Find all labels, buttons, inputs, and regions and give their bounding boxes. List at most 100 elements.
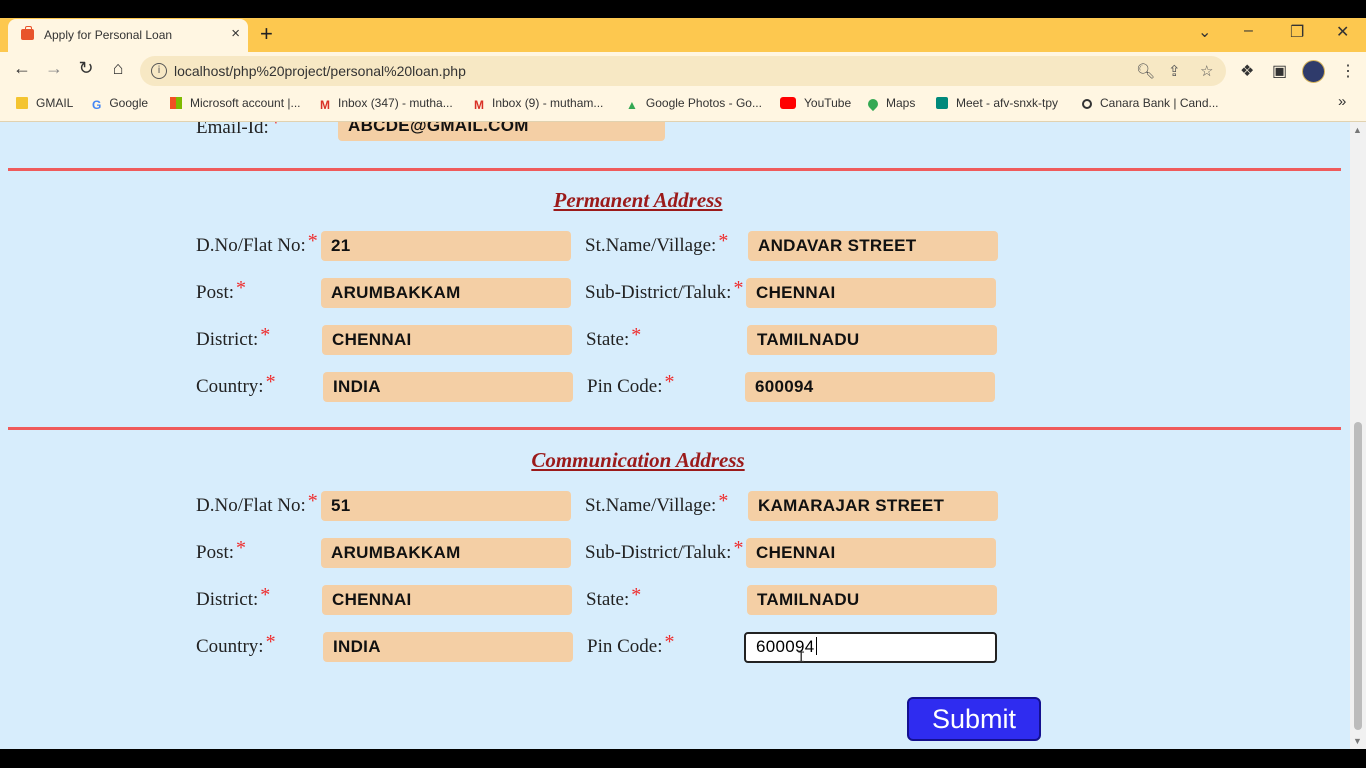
extensions-icon[interactable]: ❖ [1240,61,1254,81]
meet-icon [936,97,948,109]
required-mark: * [265,371,276,393]
bookmark-microsoft[interactable]: Microsoft account |... [170,96,301,110]
perm-country-label: Country: * [196,371,276,397]
scroll-thumb[interactable] [1354,422,1362,730]
perm-dno-label: D.No/Flat No: * [196,230,318,256]
submit-button[interactable]: Submit [907,697,1041,741]
comm-post-field[interactable]: ARUMBAKKAM [321,538,571,568]
bookmark-canara[interactable]: Canara Bank | Cand... [1082,96,1219,110]
scroll-up-icon[interactable]: ▲ [1353,125,1362,135]
globe-icon [1082,99,1092,109]
bookmark-inbox-347[interactable]: M Inbox (347) - mutha... [320,96,453,112]
vertical-scrollbar[interactable]: ▲ ▼ [1350,122,1366,749]
side-panel-icon[interactable]: ▣ [1272,61,1287,81]
google-icon: G [92,98,102,112]
required-mark: * [307,230,318,252]
bookmark-google-photos[interactable]: ▲ Google Photos - Go... [626,96,762,112]
perm-dno-field[interactable]: 21 [321,231,571,261]
maps-pin-icon [865,96,881,112]
required-mark: * [260,584,271,606]
required-mark: * [664,371,675,393]
youtube-icon [780,97,796,109]
microsoft-icon [170,97,182,109]
perm-country-field[interactable]: INDIA [323,372,573,402]
back-button[interactable]: ← [10,58,34,79]
comm-state-label: State: * [586,584,642,610]
perm-taluk-label: Sub-District/Taluk: * [585,277,744,303]
section-divider [8,168,1341,171]
comm-district-field[interactable]: CHENNAI [322,585,572,615]
minimize-button[interactable]: – [1244,22,1253,40]
perm-pincode-field[interactable]: 600094 [745,372,995,402]
bookmark-youtube[interactable]: YouTube [780,96,851,110]
required-mark: * [664,631,675,653]
comm-district-label: District: * [196,584,271,610]
comm-dno-field[interactable]: 51 [321,491,571,521]
required-mark: * [265,631,276,653]
share-icon[interactable]: ⇪ [1168,62,1181,80]
communication-address-title: Communication Address [531,448,745,472]
text-cursor-icon: I [797,650,806,666]
perm-district-field[interactable]: CHENNAI [322,325,572,355]
restore-button[interactable]: ❐ [1290,22,1304,42]
required-mark: * [718,230,729,252]
forward-button[interactable]: → [42,58,66,79]
scroll-down-icon[interactable]: ▼ [1353,736,1362,746]
gmail-icon: M [320,98,330,112]
perm-state-field[interactable]: TAMILNADU [747,325,997,355]
comm-country-label: Country: * [196,631,276,657]
perm-taluk-field[interactable]: CHENNAI [746,278,996,308]
section-divider [8,427,1341,430]
comm-street-label: St.Name/Village: * [585,490,729,516]
comm-pincode-field[interactable]: 600094 [744,632,997,663]
close-tab-icon[interactable]: × [231,25,240,42]
bookmark-maps[interactable]: Maps [865,96,915,112]
bookmark-gmail[interactable]: GMAIL [16,96,73,110]
profile-avatar[interactable] [1302,60,1325,83]
zoom-icon[interactable]: 🔍︎ [1136,62,1155,80]
address-bar[interactable]: i localhost/php%20project/personal%20loa… [140,56,1226,86]
tab-search-icon[interactable]: ⌄ [1198,22,1211,42]
folder-icon [16,97,28,109]
bookmark-inbox-9[interactable]: M Inbox (9) - mutham... [474,96,603,112]
site-info-icon[interactable]: i [151,63,167,79]
email-field[interactable]: ABCDE@GMAIL.COM [338,122,665,141]
required-mark: * [733,277,744,299]
required-mark: * [631,584,642,606]
bookmark-google[interactable]: G Google [92,96,148,112]
comm-post-label: Post: * [196,537,247,563]
menu-kebab-icon[interactable]: ⋮ [1340,61,1356,81]
reload-button[interactable]: ↻ [74,58,98,79]
page-content: Email-Id: * ABCDE@GMAIL.COM Permanent Add… [0,122,1350,749]
required-mark: * [236,277,247,299]
url-text[interactable]: localhost/php%20project/personal%20loan.… [174,63,466,79]
close-window-button[interactable]: ✕ [1336,22,1349,42]
required-mark: * [307,490,318,512]
perm-street-label: St.Name/Village: * [585,230,729,256]
bookmark-meet[interactable]: Meet - afv-snxk-tpy [936,96,1058,110]
tab-apply-loan[interactable]: Apply for Personal Loan × [8,19,248,52]
perm-street-field[interactable]: ANDAVAR STREET [748,231,998,261]
gmail-icon: M [474,98,484,112]
permanent-address-title: Permanent Address [553,188,723,212]
bookmark-star-icon[interactable]: ☆ [1200,62,1213,80]
comm-pincode-label: Pin Code: * [587,631,675,657]
required-mark: * [733,537,744,559]
bookmarks-overflow-icon[interactable]: » [1338,93,1346,110]
comm-street-field[interactable]: KAMARAJAR STREET [748,491,998,521]
perm-post-field[interactable]: ARUMBAKKAM [321,278,571,308]
required-mark: * [260,324,271,346]
comm-state-field[interactable]: TAMILNADU [747,585,997,615]
screen-top-bar [0,0,1366,18]
new-tab-button[interactable]: + [260,22,273,46]
required-mark: * [236,537,247,559]
perm-pincode-label: Pin Code: * [587,371,675,397]
required-mark: * [631,324,642,346]
tab-title: Apply for Personal Loan [44,28,173,42]
home-button[interactable]: ⌂ [106,58,130,79]
comm-country-field[interactable]: INDIA [323,632,573,662]
text-caret [815,637,817,655]
comm-taluk-field[interactable]: CHENNAI [746,538,996,568]
comm-taluk-label: Sub-District/Taluk: * [585,537,744,563]
required-mark: * [718,490,729,512]
